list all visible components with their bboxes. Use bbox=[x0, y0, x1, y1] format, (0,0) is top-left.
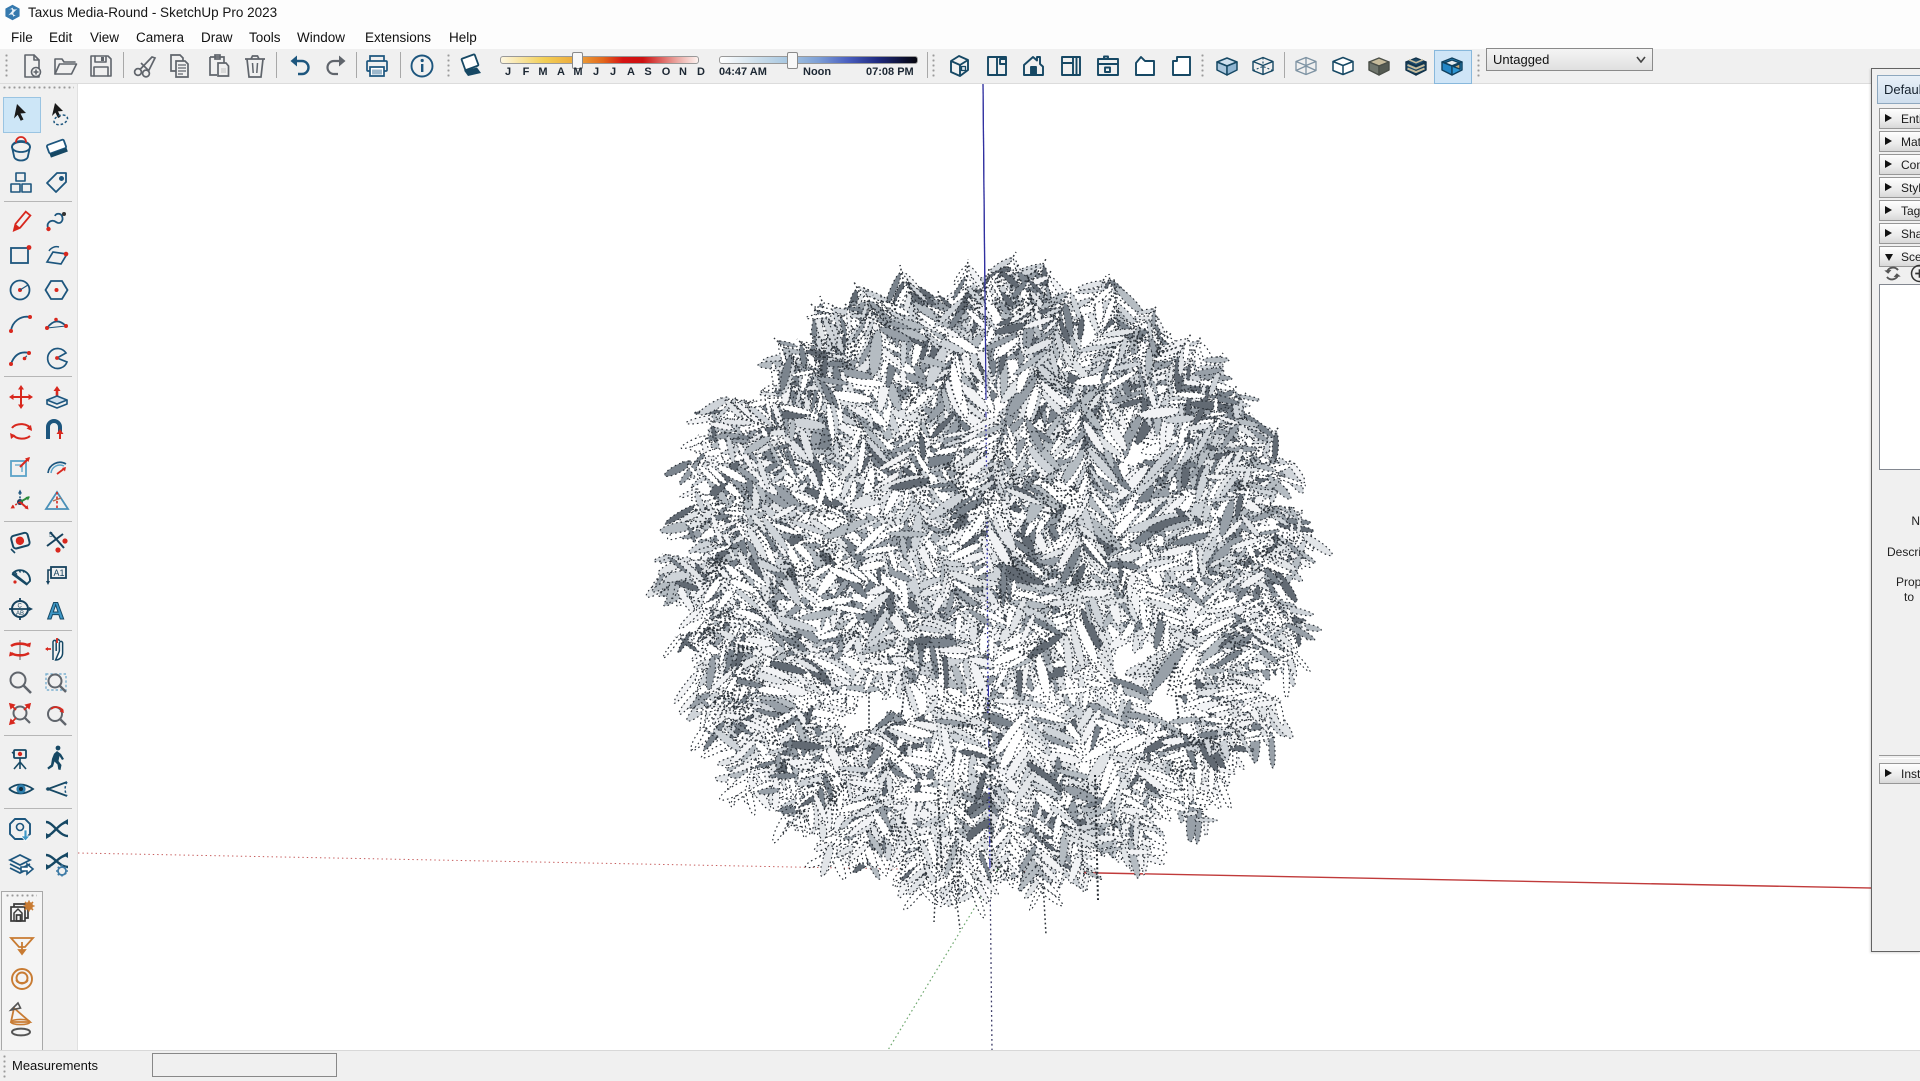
svg-text:A: A bbox=[47, 598, 64, 624]
svg-text:C: C bbox=[18, 604, 23, 610]
svg-text:A1: A1 bbox=[54, 568, 65, 578]
svg-text:AB: AB bbox=[16, 611, 24, 617]
svg-text:5: 5 bbox=[49, 532, 53, 539]
